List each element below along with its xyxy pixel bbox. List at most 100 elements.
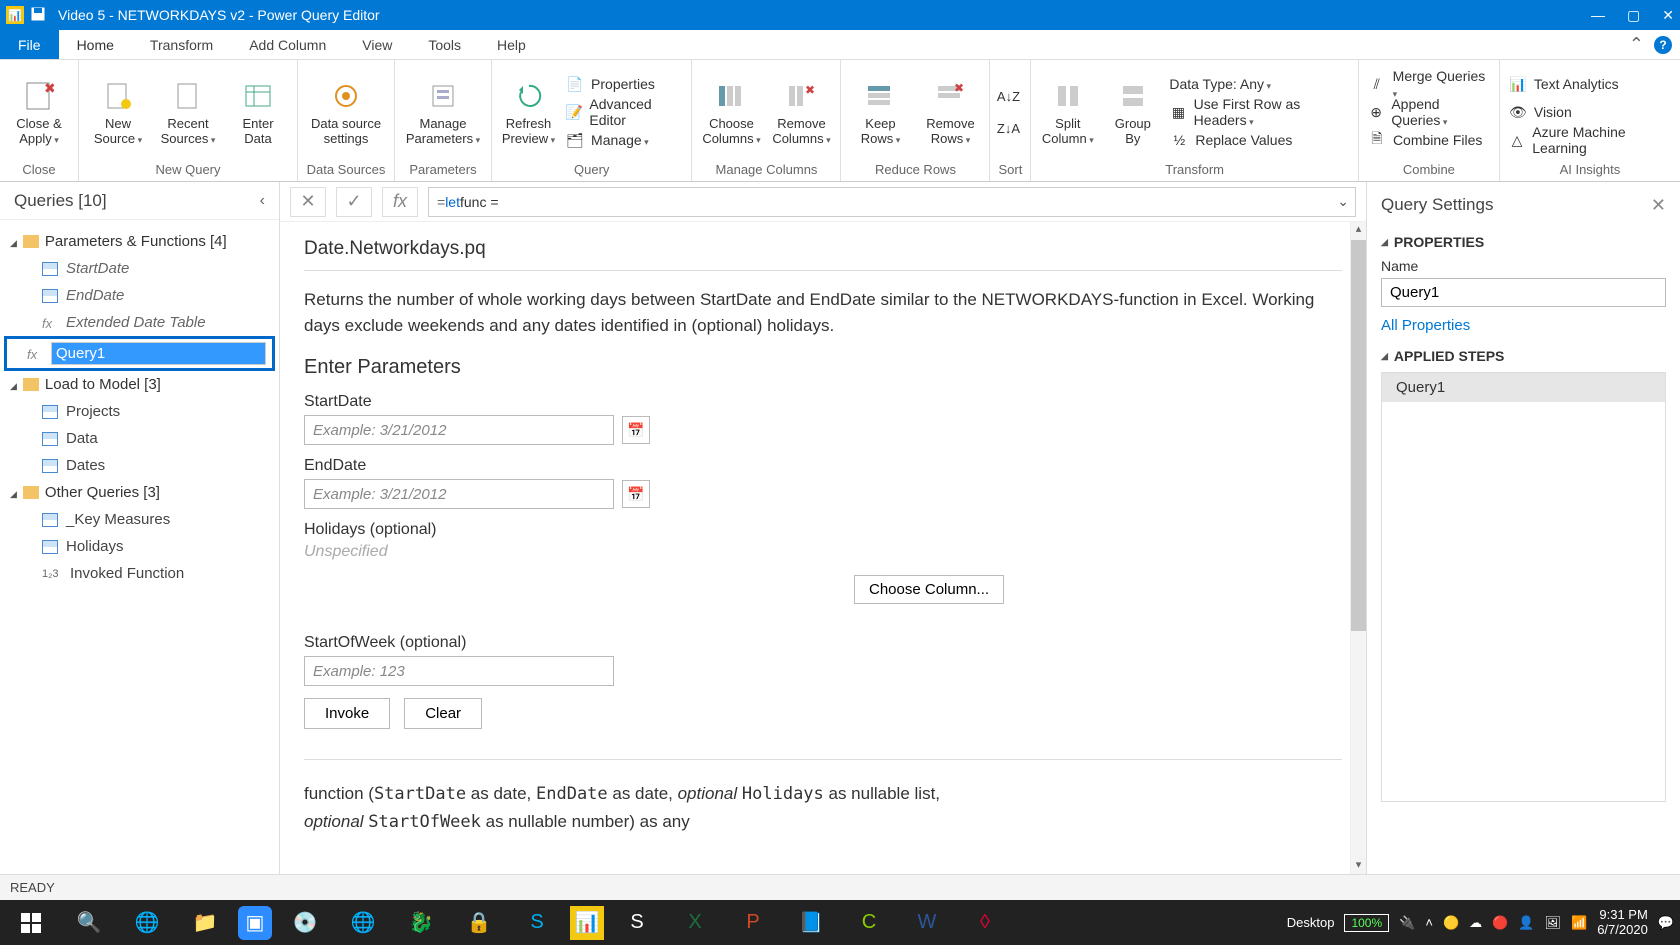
taskbar-app-6[interactable]: ◊ (960, 903, 1010, 943)
tab-tools[interactable]: Tools (410, 30, 479, 59)
remove-rows-button[interactable]: ✖Remove Rows (919, 77, 981, 147)
tab-help[interactable]: Help (479, 30, 544, 59)
tab-transform[interactable]: Transform (132, 30, 231, 59)
formula-input[interactable]: = let func = ⌄ (428, 187, 1356, 217)
enter-data-button[interactable]: Enter Data (227, 77, 289, 147)
formula-fx-icon[interactable]: fx (382, 187, 418, 217)
new-source-button[interactable]: New Source (87, 77, 149, 147)
properties-section[interactable]: PROPERTIES (1381, 234, 1666, 250)
close-apply-button[interactable]: ✖ Close & Apply (8, 77, 70, 147)
invoke-button[interactable]: Invoke (304, 698, 390, 729)
replace-values-button[interactable]: ½Replace Values (1169, 127, 1350, 153)
tray-icon-2[interactable]: 🔴 (1492, 915, 1508, 931)
formula-commit-button[interactable]: ✓ (336, 187, 372, 217)
vision-button[interactable]: 👁Vision (1508, 99, 1672, 125)
query-item[interactable]: fxExtended Date Table (4, 309, 275, 336)
tray-icon-4[interactable]: 🖼 (1545, 915, 1562, 931)
query-rename-input[interactable] (51, 342, 266, 365)
keep-rows-button[interactable]: Keep Rows (849, 77, 911, 147)
taskbar-app-1[interactable]: 🌐 (122, 903, 172, 943)
append-queries-button[interactable]: ⊕Append Queries (1367, 99, 1491, 125)
tray-chevron-icon[interactable]: ˄ (1425, 915, 1433, 930)
taskbar-app-word[interactable]: W (902, 903, 952, 943)
merge-queries-button[interactable]: ⫽Merge Queries (1367, 71, 1491, 97)
enddate-calendar-icon[interactable]: 📅 (622, 480, 650, 508)
taskbar-app-5[interactable]: 📘 (786, 903, 836, 943)
first-row-headers-button[interactable]: ▦Use First Row as Headers (1169, 99, 1350, 125)
search-icon[interactable]: 🔍 (64, 903, 114, 943)
remove-columns-button[interactable]: ✖Remove Columns (770, 77, 832, 147)
formula-expand-icon[interactable]: ⌄ (1337, 193, 1349, 210)
query-item[interactable]: 1₂3Invoked Function (4, 560, 275, 587)
tray-icon-3[interactable]: 👤 (1518, 915, 1534, 931)
file-menu[interactable]: File (0, 30, 59, 59)
taskbar-app-powerpoint[interactable]: P (728, 903, 778, 943)
tray-icon-1[interactable]: 🟡 (1443, 915, 1459, 931)
query-item[interactable]: Dates (4, 452, 275, 479)
query-item[interactable]: EndDate (4, 282, 275, 309)
query-name-input[interactable] (1381, 278, 1666, 307)
enddate-input[interactable] (304, 479, 614, 509)
taskbar-app-excel[interactable]: X (670, 903, 720, 943)
taskbar-app-2[interactable]: 💿 (280, 903, 330, 943)
start-button[interactable] (6, 903, 56, 943)
query-group[interactable]: Other Queries [3] (4, 479, 275, 506)
choose-column-button[interactable]: Choose Column... (854, 575, 1004, 604)
properties-button[interactable]: 📄Properties (565, 71, 683, 97)
clock[interactable]: 9:31 PM 6/7/2020 (1597, 908, 1648, 938)
taskbar-app-powerbi[interactable]: 📊 (570, 906, 604, 940)
sort-asc-button[interactable]: A↓Z (998, 83, 1018, 109)
taskbar-app-camtasia[interactable]: C (844, 903, 894, 943)
save-icon[interactable] (30, 6, 48, 24)
collapse-ribbon-icon[interactable] (1629, 34, 1644, 55)
close-settings-icon[interactable]: ✕ (1651, 195, 1666, 216)
maximize-button[interactable]: ▢ (1627, 7, 1640, 24)
manage-parameters-button[interactable]: Manage Parameters (403, 77, 483, 147)
group-by-button[interactable]: Group By (1104, 77, 1161, 147)
combine-files-button[interactable]: 🗎Combine Files (1367, 127, 1491, 153)
data-source-settings-button[interactable]: Data source settings (306, 77, 386, 147)
formula-cancel-button[interactable]: ✕ (290, 187, 326, 217)
tab-view[interactable]: View (344, 30, 410, 59)
battery-indicator[interactable]: 100% (1344, 914, 1389, 932)
query-item[interactable]: Data (4, 425, 275, 452)
taskbar-app-skype[interactable]: S (512, 903, 562, 943)
help-icon[interactable]: ? (1654, 36, 1672, 54)
query-group[interactable]: Load to Model [3] (4, 371, 275, 398)
desktop-toolbar[interactable]: Desktop (1287, 915, 1335, 930)
all-properties-link[interactable]: All Properties (1381, 317, 1470, 334)
advanced-editor-button[interactable]: 📝Advanced Editor (565, 99, 683, 125)
data-type-button[interactable]: Data Type: Any (1169, 71, 1350, 97)
collapse-queries-icon[interactable]: ‹ (260, 192, 265, 210)
taskbar-app-files[interactable]: 📁 (180, 903, 230, 943)
taskbar-app-snagit[interactable]: S (612, 903, 662, 943)
manage-button[interactable]: 🗂Manage (565, 127, 683, 153)
tray-wifi-icon[interactable]: 📶 (1571, 915, 1587, 931)
startdate-input[interactable] (304, 415, 614, 445)
taskbar-app-4[interactable]: 🔒 (454, 903, 504, 943)
taskbar-app-3[interactable]: 🐉 (396, 903, 446, 943)
applied-steps-section[interactable]: APPLIED STEPS (1381, 348, 1666, 364)
close-window-button[interactable]: ✕ (1662, 7, 1674, 24)
refresh-preview-button[interactable]: Refresh Preview (500, 77, 557, 147)
notifications-icon[interactable]: 💬 (1658, 915, 1674, 931)
startdate-calendar-icon[interactable]: 📅 (622, 416, 650, 444)
tab-home[interactable]: Home (59, 30, 132, 59)
split-column-button[interactable]: Split Column (1039, 77, 1096, 147)
azure-ml-button[interactable]: △Azure Machine Learning (1508, 127, 1672, 153)
tab-add-column[interactable]: Add Column (231, 30, 344, 59)
taskbar-app-chrome[interactable]: 🌐 (338, 903, 388, 943)
sort-desc-button[interactable]: Z↓A (998, 115, 1018, 141)
query-item[interactable]: Holidays (4, 533, 275, 560)
query-item[interactable]: _Key Measures (4, 506, 275, 533)
step-item[interactable]: Query1 (1382, 373, 1665, 402)
minimize-button[interactable]: — (1591, 7, 1605, 24)
vertical-scrollbar[interactable]: ▴▾ (1350, 222, 1366, 874)
clear-button[interactable]: Clear (404, 698, 482, 729)
startofweek-input[interactable] (304, 656, 614, 686)
recent-sources-button[interactable]: Recent Sources (157, 77, 219, 147)
query-group[interactable]: Parameters & Functions [4] (4, 228, 275, 255)
query-item[interactable]: fx (4, 336, 275, 371)
text-analytics-button[interactable]: 📊Text Analytics (1508, 71, 1672, 97)
tray-icon-cloud[interactable]: ☁ (1469, 915, 1482, 931)
